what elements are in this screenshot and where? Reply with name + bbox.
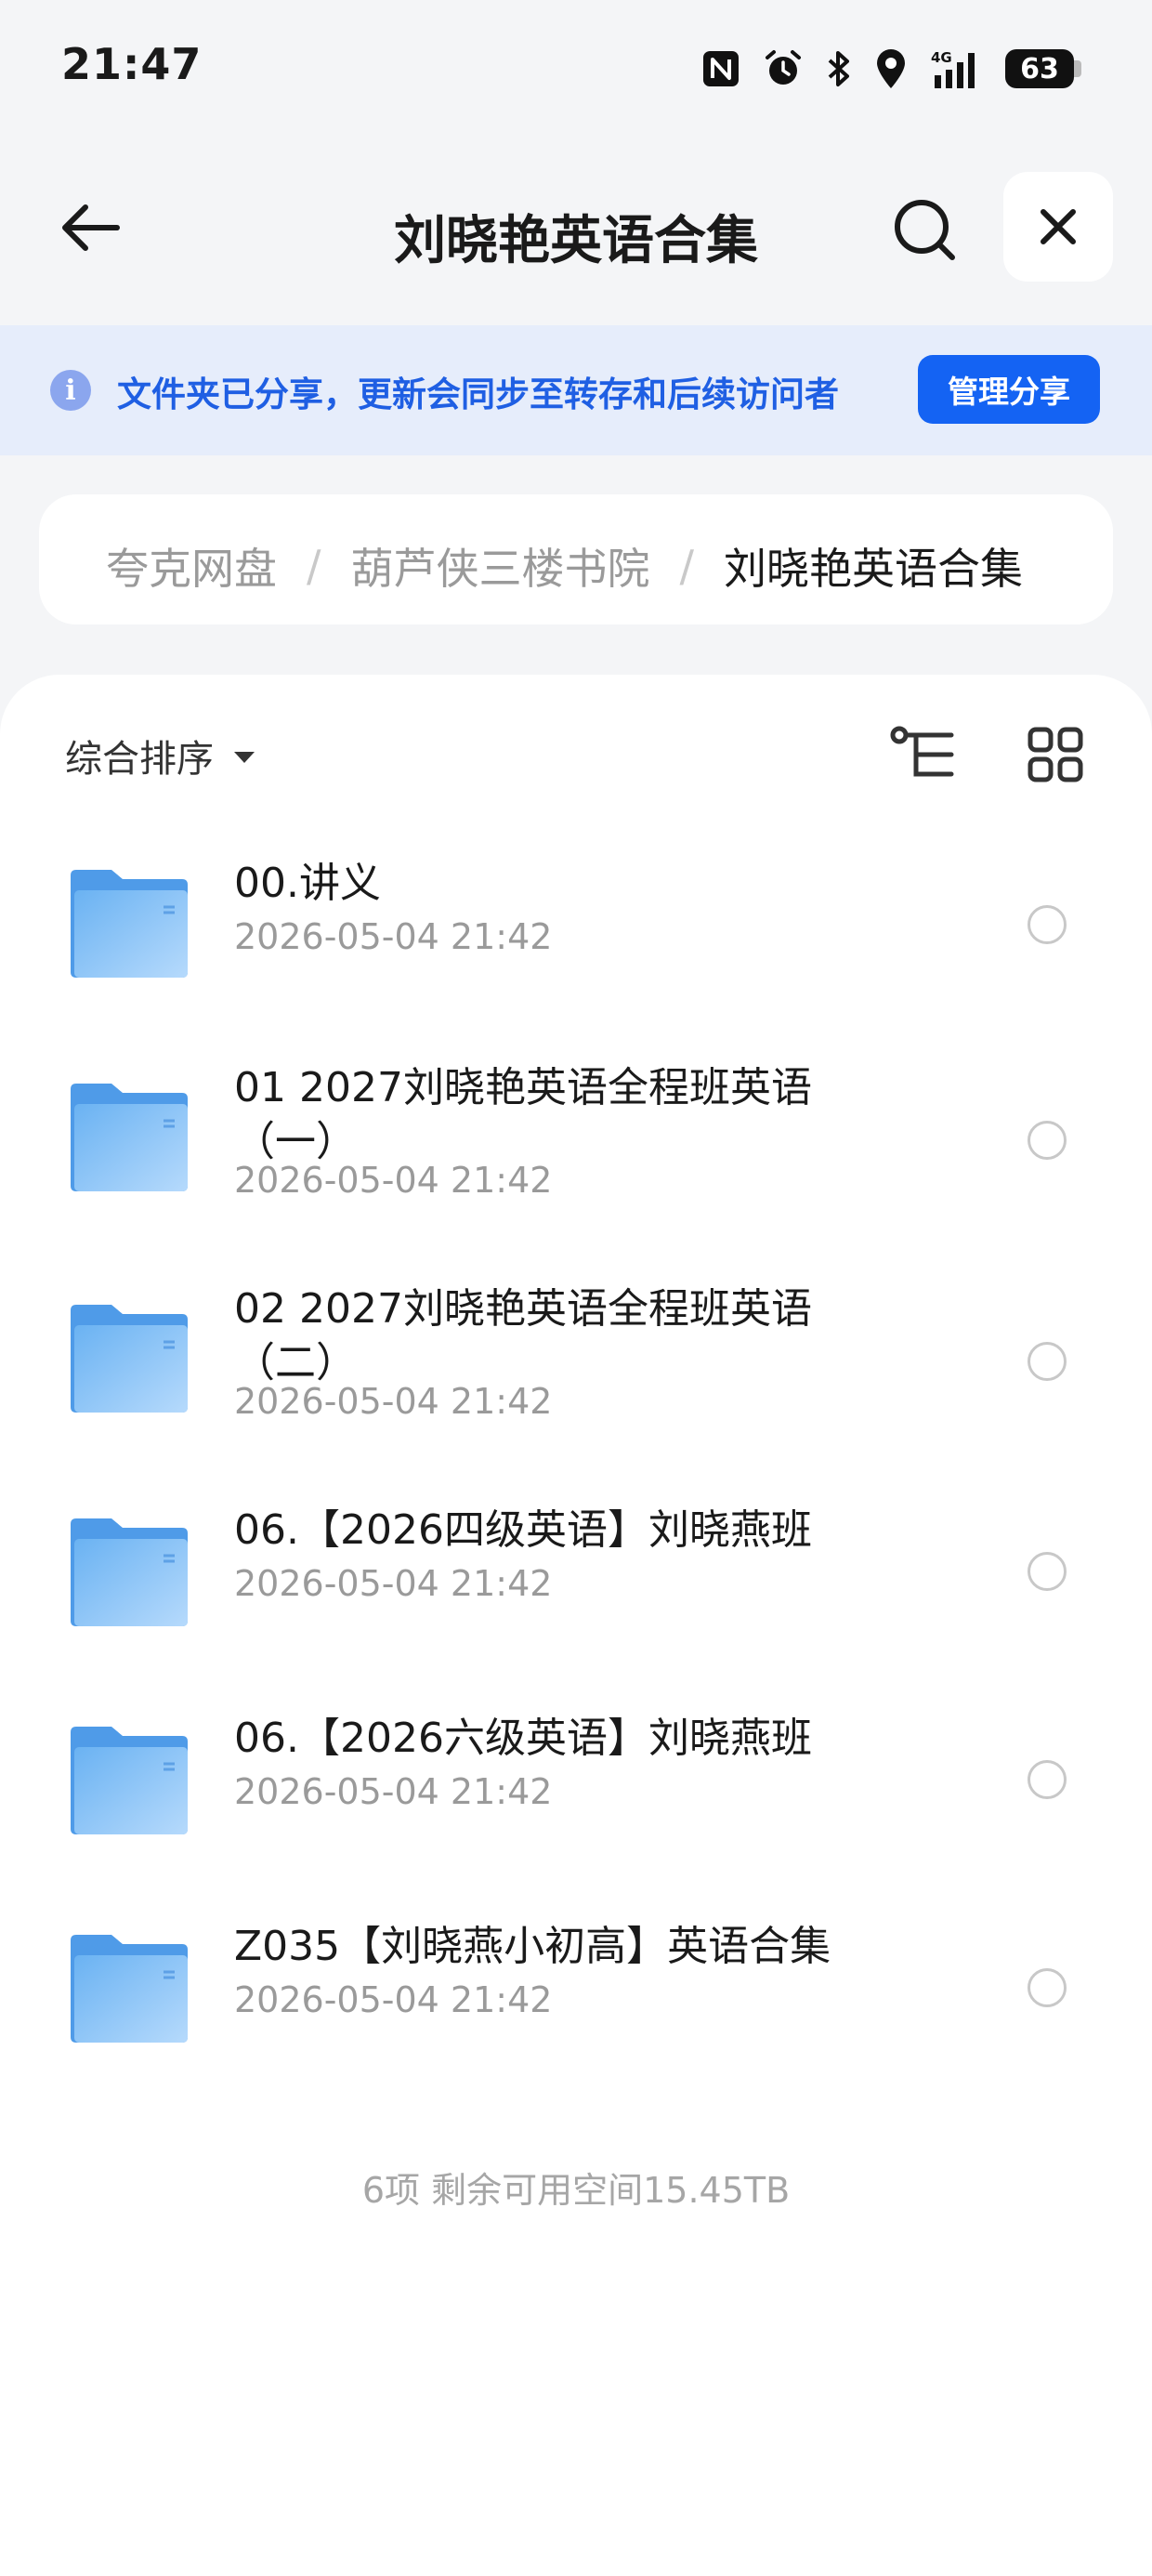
folder-icon <box>71 1727 188 1834</box>
bluetooth-icon <box>828 51 849 86</box>
share-banner: i 文件夹已分享，更新会同步至转存和后续访问者 管理分享 <box>0 325 1152 455</box>
title-bar: 刘晓艳英语合集 <box>0 158 1152 297</box>
folder-icon <box>71 870 188 978</box>
signal-4g-icon: 4G <box>931 49 975 88</box>
file-name: 00.讲义 <box>234 860 381 907</box>
battery-indicator: 63 <box>1005 49 1081 88</box>
tree-structure-icon <box>890 726 954 777</box>
file-list: 00.讲义 2026-05-04 21:42 01 2027刘晓艳英语全程班英语… <box>0 814 1152 2091</box>
storage-summary: 6项 剩余可用空间15.45TB <box>361 2170 791 2211</box>
svg-text:4G: 4G <box>931 49 952 66</box>
file-name: 01 2027刘晓艳英语全程班英语（一） <box>234 1064 812 1165</box>
breadcrumb-fade <box>1024 494 1113 624</box>
file-date: 2026-05-04 21:42 <box>234 1979 553 2020</box>
folder-icon <box>71 1518 188 1626</box>
sort-label: 综合排序 <box>65 738 214 781</box>
page-title: 刘晓艳英语合集 <box>394 211 758 271</box>
grid-view-icon <box>1028 727 1083 782</box>
file-row[interactable]: 06.【2026六级英语】刘晓燕班 2026-05-04 21:42 <box>0 1675 1152 1883</box>
select-radio[interactable] <box>1028 1342 1067 1381</box>
alarm-icon <box>766 50 801 85</box>
close-icon <box>1041 209 1076 244</box>
share-banner-text: 文件夹已分享，更新会同步至转存和后续访问者 <box>117 375 839 414</box>
file-row[interactable]: 06.【2026四级英语】刘晓燕班 2026-05-04 21:42 <box>0 1466 1152 1675</box>
close-button[interactable] <box>1003 172 1113 282</box>
file-row[interactable]: 02 2027刘晓艳英语全程班英语（二） 2026-05-04 21:42 <box>0 1251 1152 1466</box>
select-radio[interactable] <box>1028 1121 1067 1160</box>
folder-icon <box>71 1935 188 2043</box>
manage-share-button[interactable]: 管理分享 <box>918 355 1100 424</box>
file-name: Z035【刘晓燕小初高】英语合集 <box>234 1923 831 1970</box>
status-icons: 4G 63 <box>700 41 1081 97</box>
file-name: 06.【2026四级英语】刘晓燕班 <box>234 1506 812 1554</box>
search-icon <box>895 200 955 260</box>
folder-icon <box>71 1305 188 1413</box>
status-bar: 21:47 4G 63 <box>0 0 1152 139</box>
breadcrumb-separator: / <box>307 541 321 591</box>
file-name: 02 2027刘晓艳英语全程班英语（二） <box>234 1285 812 1387</box>
breadcrumb-item-parent[interactable]: 葫芦侠三楼书院 <box>351 535 650 597</box>
grid-view-button[interactable] <box>1015 716 1096 794</box>
file-row[interactable]: Z035【刘晓燕小初高】英语合集 2026-05-04 21:42 <box>0 1883 1152 2091</box>
file-date: 2026-05-04 21:42 <box>234 1563 553 1604</box>
breadcrumb-item-root[interactable]: 夸克网盘 <box>106 535 277 597</box>
info-icon: i <box>50 370 91 411</box>
breadcrumb-item-current: 刘晓艳英语合集 <box>724 544 1023 594</box>
file-date: 2026-05-04 21:42 <box>234 1381 553 1422</box>
select-radio[interactable] <box>1028 1760 1067 1799</box>
file-date: 2026-05-04 21:42 <box>234 916 553 957</box>
folder-icon <box>71 1084 188 1191</box>
caret-down-icon <box>234 752 255 763</box>
file-date: 2026-05-04 21:42 <box>234 1771 553 1812</box>
file-name: 06.【2026六级英语】刘晓燕班 <box>234 1715 812 1762</box>
search-button[interactable] <box>881 186 970 275</box>
tree-view-button[interactable] <box>883 716 964 794</box>
file-list-panel: 综合排序 00.讲义 2026-05-04 21:42 01 2027刘晓艳英语… <box>0 675 1152 2576</box>
location-icon <box>877 49 905 88</box>
nfc-icon <box>703 51 739 86</box>
file-row[interactable]: 00.讲义 2026-05-04 21:42 <box>0 814 1152 1030</box>
select-radio[interactable] <box>1028 1552 1067 1591</box>
select-radio[interactable] <box>1028 1968 1067 2007</box>
status-time: 21:47 <box>61 39 203 89</box>
file-date: 2026-05-04 21:42 <box>234 1160 553 1201</box>
select-radio[interactable] <box>1028 905 1067 944</box>
file-row[interactable]: 01 2027刘晓艳英语全程班英语（一） 2026-05-04 21:42 <box>0 1030 1152 1251</box>
breadcrumb: 夸克网盘 / 葫芦侠三楼书院 / 刘晓艳英语合集 <box>39 494 1113 624</box>
breadcrumb-separator: / <box>679 541 695 591</box>
sort-dropdown[interactable]: 综合排序 <box>65 729 255 782</box>
